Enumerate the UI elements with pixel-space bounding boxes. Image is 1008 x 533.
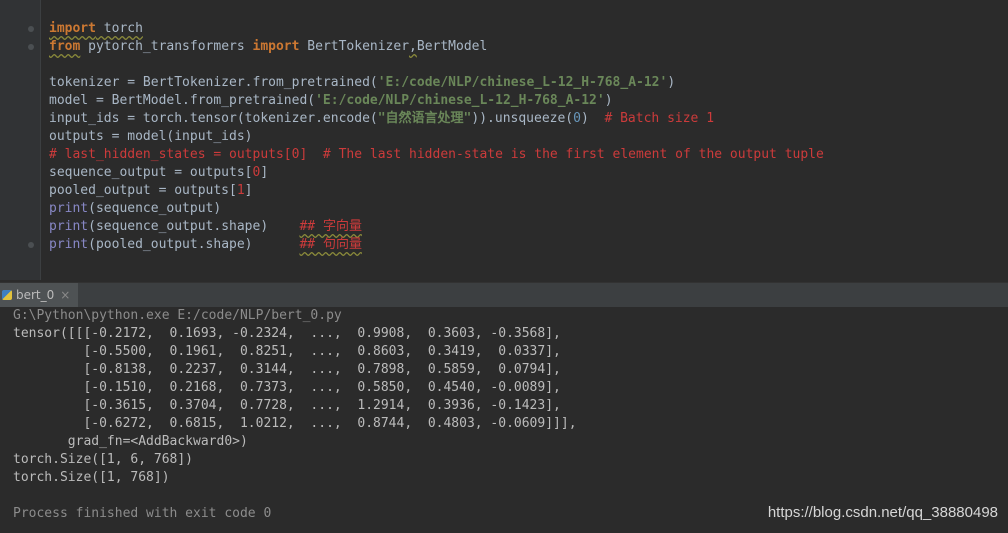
fold-marker-icon[interactable] bbox=[28, 44, 34, 50]
code-token: print bbox=[49, 237, 89, 252]
code-token: outputs = model(input_ids) bbox=[49, 129, 253, 144]
run-console[interactable]: G:\Python\python.exe E:/code/NLP/bert_0.… bbox=[0, 307, 1008, 533]
code-token: (pooled_output.shape) bbox=[88, 237, 300, 252]
code-token: pooled_output = outputs[ bbox=[49, 183, 237, 198]
code-token: # last_hidden_states = outputs[0] # The … bbox=[49, 147, 824, 162]
console-line: grad_fn=<AddBackward0>) bbox=[13, 434, 248, 449]
code-token: model = BertModel.from_pretrained( bbox=[49, 93, 316, 108]
python-file-icon bbox=[2, 290, 12, 300]
code-token: ) bbox=[667, 75, 676, 90]
code-token: ] bbox=[260, 165, 269, 180]
code-token: torch bbox=[95, 21, 143, 36]
code-token: print bbox=[49, 219, 89, 234]
run-tab-label: bert_0 bbox=[16, 288, 55, 302]
ide-window: import torch from pytorch_transformers im… bbox=[0, 0, 1008, 533]
code-line[interactable]: # last_hidden_states = outputs[0] # The … bbox=[49, 146, 824, 164]
code-token: print bbox=[49, 201, 89, 216]
code-token: "自然语言处理" bbox=[377, 111, 472, 126]
code-token: pytorch_transformers bbox=[80, 39, 253, 54]
console-line: [-0.6272, 0.6815, 1.0212, ..., 0.8744, 0… bbox=[13, 416, 577, 431]
code-line[interactable] bbox=[49, 56, 824, 74]
console-line: Process finished with exit code 0 bbox=[13, 506, 272, 521]
code-token: BertModel bbox=[416, 39, 488, 54]
code-token: ) bbox=[604, 93, 613, 108]
code-editor[interactable]: import torch from pytorch_transformers im… bbox=[0, 0, 1008, 280]
code-line[interactable]: from pytorch_transformers import BertTok… bbox=[49, 38, 824, 56]
code-line[interactable]: input_ids = torch.tensor(tokenizer.encod… bbox=[49, 110, 824, 128]
code-token: ] bbox=[244, 183, 253, 198]
code-line[interactable]: print(sequence_output.shape) ## 字向量 bbox=[49, 218, 824, 236]
fold-marker-icon[interactable] bbox=[28, 26, 34, 32]
console-line: [-0.8138, 0.2237, 0.3144, ..., 0.7898, 0… bbox=[13, 362, 561, 377]
console-line: [-0.5500, 0.1961, 0.8251, ..., 0.8603, 0… bbox=[13, 344, 561, 359]
run-tab-bert-0[interactable]: bert_0 × bbox=[0, 283, 79, 307]
code-token: import bbox=[252, 39, 300, 54]
code-token: )).unsqueeze( bbox=[471, 111, 574, 126]
code-token: # Batch size 1 bbox=[604, 111, 715, 126]
code-line[interactable]: print(sequence_output) bbox=[49, 200, 824, 218]
code-line[interactable]: outputs = model(input_ids) bbox=[49, 128, 824, 146]
code-token: ## 句向量 bbox=[299, 237, 362, 252]
code-line[interactable]: tokenizer = BertTokenizer.from_pretraine… bbox=[49, 74, 824, 92]
code-token: import bbox=[49, 21, 96, 36]
console-line: tensor([[[-0.2172, 0.1693, -0.2324, ...,… bbox=[13, 326, 561, 341]
editor-gutter bbox=[0, 0, 41, 280]
console-line: [-0.1510, 0.2168, 0.7373, ..., 0.5850, 0… bbox=[13, 380, 561, 395]
code-token: ## 字向量 bbox=[299, 219, 362, 234]
code-token: (sequence_output.shape) bbox=[88, 219, 300, 234]
code-token: (sequence_output) bbox=[88, 201, 222, 216]
code-line[interactable]: model = BertModel.from_pretrained('E:/co… bbox=[49, 92, 824, 110]
console-output: G:\Python\python.exe E:/code/NLP/bert_0.… bbox=[13, 307, 577, 523]
close-icon[interactable]: × bbox=[60, 288, 70, 302]
code-line[interactable]: import torch bbox=[49, 20, 824, 38]
code-token: from bbox=[49, 39, 81, 54]
fold-marker-icon[interactable] bbox=[28, 242, 34, 248]
code-token: 'E:/code/NLP/chinese_L-12_H-768_A-12' bbox=[315, 93, 605, 108]
code-token: input_ids = torch.tensor(tokenizer.encod… bbox=[49, 111, 378, 126]
code-token: 1 bbox=[236, 183, 245, 198]
console-line: torch.Size([1, 768]) bbox=[13, 470, 170, 485]
watermark-url: https://blog.csdn.net/qq_38880498 bbox=[767, 504, 998, 521]
code-token: 'E:/code/NLP/chinese_L-12_H-768_A-12' bbox=[377, 75, 668, 90]
code-token: sequence_output = outputs[ bbox=[49, 165, 253, 180]
code-line[interactable]: sequence_output = outputs[0] bbox=[49, 164, 824, 182]
console-line: G:\Python\python.exe E:/code/NLP/bert_0.… bbox=[13, 308, 342, 323]
code-content[interactable]: import torch from pytorch_transformers im… bbox=[49, 20, 824, 254]
console-line: [-0.3615, 0.3704, 0.7728, ..., 1.2914, 0… bbox=[13, 398, 561, 413]
code-line[interactable]: print(pooled_output.shape) ## 句向量 bbox=[49, 236, 824, 254]
code-line[interactable]: pooled_output = outputs[1] bbox=[49, 182, 824, 200]
code-token: 0 bbox=[573, 111, 581, 126]
run-tool-window-tabs: bert_0 × bbox=[0, 282, 1008, 308]
code-token: , bbox=[409, 39, 417, 54]
code-token: tokenizer = BertTokenizer.from_pretraine… bbox=[49, 75, 378, 90]
code-token: BertTokenizer bbox=[299, 39, 410, 54]
console-line: torch.Size([1, 6, 768]) bbox=[13, 452, 194, 467]
code-token: ) bbox=[580, 111, 605, 126]
